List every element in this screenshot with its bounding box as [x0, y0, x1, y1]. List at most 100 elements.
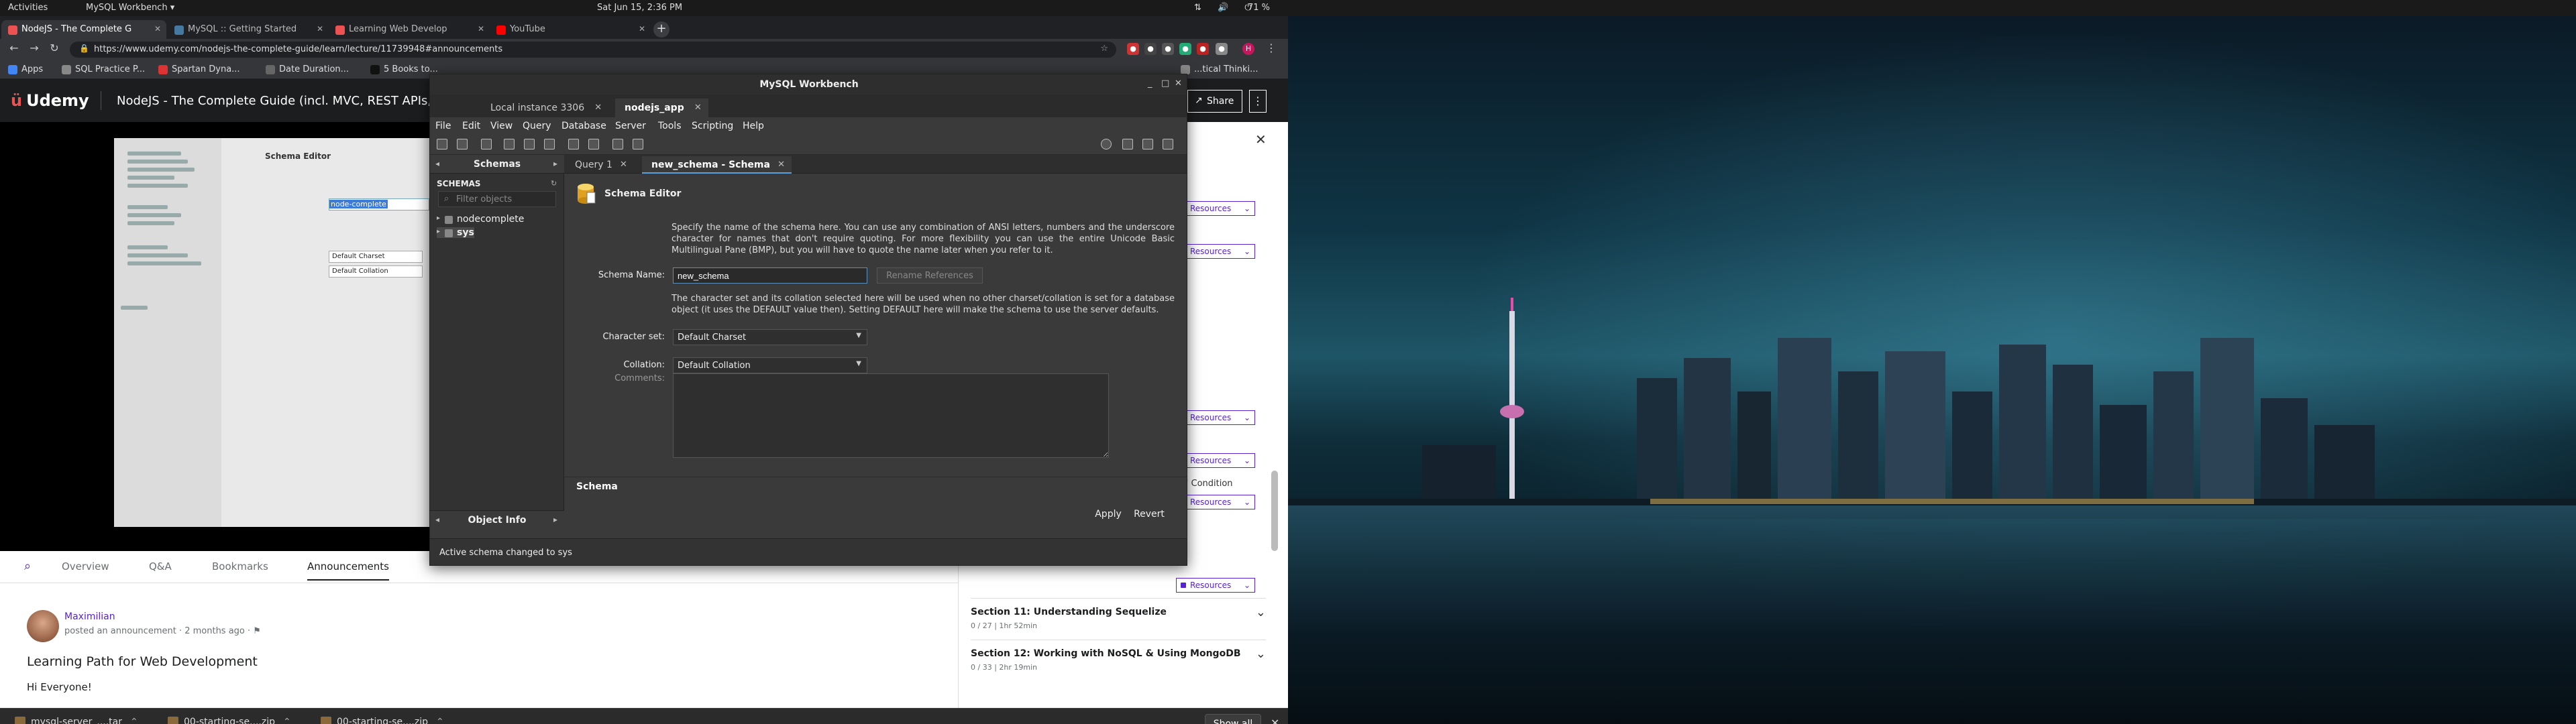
- connection-tab-nodejs-app[interactable]: nodejs_app ✕: [615, 99, 708, 117]
- tab-close-icon[interactable]: ✕: [154, 24, 161, 34]
- resources-button[interactable]: Resources ⌄: [1176, 453, 1255, 468]
- extension-icon[interactable]: ●: [1179, 43, 1191, 55]
- avatar[interactable]: [27, 610, 59, 642]
- chevron-down-icon[interactable]: ⌄: [1256, 605, 1266, 619]
- menu-server[interactable]: Server: [615, 121, 646, 131]
- tab-announcements[interactable]: Announcements: [307, 560, 389, 581]
- search-table-data-icon[interactable]: [612, 139, 623, 149]
- object-info-header[interactable]: ◂ Object Info ▸: [430, 510, 564, 530]
- menu-database[interactable]: Database: [561, 121, 606, 131]
- rename-references-button[interactable]: Rename References: [877, 267, 983, 284]
- udemy-logo[interactable]: ü Udemy: [11, 91, 89, 110]
- refresh-icon[interactable]: ↻: [551, 179, 557, 188]
- toggle-output-icon[interactable]: [1142, 139, 1153, 149]
- collation-select[interactable]: Default Collation ▼: [673, 357, 867, 373]
- chevron-left-icon[interactable]: ◂: [435, 515, 439, 524]
- resources-button[interactable]: Resources ⌄: [1176, 578, 1255, 593]
- resources-button[interactable]: Resources ⌄: [1176, 495, 1255, 509]
- chevron-down-icon[interactable]: ⌄: [1256, 647, 1266, 661]
- browser-tab-udemy[interactable]: NodeJS - The Complete G ✕: [1, 20, 166, 39]
- chevron-right-icon[interactable]: ▸: [553, 159, 557, 168]
- tab-close-icon[interactable]: ✕: [694, 103, 702, 113]
- section-item[interactable]: Section 12: Working with NoSQL & Using M…: [971, 640, 1266, 681]
- resources-button[interactable]: Resources ⌄: [1176, 410, 1255, 425]
- reconnect-icon[interactable]: [633, 139, 643, 149]
- download-item[interactable]: 00-starting-se....zip ⌃: [168, 717, 291, 724]
- close-icon[interactable]: ✕: [1271, 717, 1279, 724]
- reload-icon[interactable]: ↻: [47, 42, 62, 56]
- menu-edit[interactable]: Edit: [462, 121, 480, 131]
- menu-view[interactable]: View: [490, 121, 513, 131]
- section-item[interactable]: Section 11: Understanding Sequelize 0 / …: [971, 598, 1266, 640]
- create-table-icon[interactable]: [524, 139, 535, 149]
- profile-avatar[interactable]: H: [1242, 43, 1254, 55]
- extension-icon[interactable]: ●: [1144, 43, 1157, 55]
- toggle-secondary-sidebar-icon[interactable]: [1163, 139, 1173, 149]
- browser-tab-learning[interactable]: Learning Web Develop ✕: [329, 20, 490, 39]
- show-all-downloads-button[interactable]: Show all: [1205, 714, 1261, 724]
- menu-query[interactable]: Query: [523, 121, 551, 131]
- back-arrow-icon[interactable]: ←: [7, 42, 21, 56]
- bookmark-item[interactable]: Apps: [8, 64, 43, 74]
- extension-icon[interactable]: ●: [1216, 43, 1228, 55]
- tab-schema[interactable]: Schema: [571, 480, 623, 493]
- chevron-up-icon[interactable]: ⌃: [436, 717, 444, 724]
- tab-overview[interactable]: Overview: [62, 560, 109, 572]
- tab-close-icon[interactable]: ✕: [777, 160, 785, 170]
- share-button[interactable]: ↗ Share: [1187, 90, 1242, 113]
- close-icon[interactable]: ✕: [1175, 78, 1182, 88]
- schema-item-nodecomplete[interactable]: ▸ nodecomplete: [437, 214, 524, 225]
- clock[interactable]: Sat Jun 15, 2:36 PM: [597, 3, 682, 13]
- bookmark-item[interactable]: Spartan Dyna...: [158, 64, 240, 74]
- address-bar[interactable]: 🔒 https://www.udemy.com/nodejs-the-compl…: [70, 42, 1116, 58]
- app-menu[interactable]: MySQL Workbench ▾: [86, 3, 174, 13]
- download-item[interactable]: mysql-server_....tar ⌃: [15, 717, 138, 724]
- inspector-icon[interactable]: [481, 139, 492, 149]
- panel-scrollbar[interactable]: [1271, 471, 1278, 551]
- menu-tools[interactable]: Tools: [658, 121, 682, 131]
- settings-gear-icon[interactable]: [1101, 139, 1112, 149]
- download-item[interactable]: 00-starting-se....zip ⌃: [321, 717, 444, 724]
- browser-menu-icon[interactable]: ⋮: [1264, 42, 1279, 56]
- comments-textarea[interactable]: [673, 373, 1109, 458]
- toggle-sidebar-icon[interactable]: [1122, 139, 1133, 149]
- tab-close-icon[interactable]: ✕: [620, 160, 627, 170]
- announcement-author[interactable]: Maximilian: [64, 611, 115, 622]
- schema-name-input[interactable]: [673, 267, 867, 284]
- workbench-titlebar[interactable]: MySQL Workbench _ □ ✕: [430, 74, 1187, 95]
- search-icon[interactable]: ⌕: [24, 559, 31, 573]
- browser-tab-youtube[interactable]: YouTube ✕: [490, 20, 651, 39]
- create-schema-icon[interactable]: [504, 139, 515, 149]
- chevron-right-icon[interactable]: ▸: [553, 515, 557, 524]
- battery-indicator[interactable]: 71 %: [1248, 3, 1270, 13]
- tab-bookmarks[interactable]: Bookmarks: [212, 560, 268, 572]
- menu-scripting[interactable]: Scripting: [692, 121, 733, 131]
- bookmark-item[interactable]: SQL Practice P...: [62, 64, 145, 74]
- activities-button[interactable]: Activities: [8, 3, 48, 13]
- revert-button[interactable]: Revert: [1130, 506, 1168, 524]
- bookmark-item[interactable]: Date Duration...: [266, 64, 349, 74]
- sidebar-header[interactable]: ◂ Schemas ▸: [430, 155, 564, 174]
- create-procedure-icon[interactable]: [568, 139, 579, 149]
- tab-new-schema[interactable]: new_schema - Schema ✕: [642, 156, 792, 174]
- bookmark-item[interactable]: ...tical Thinki...: [1181, 64, 1258, 74]
- connection-tab-local-instance[interactable]: Local instance 3306 ✕: [481, 99, 608, 117]
- tab-close-icon[interactable]: ✕: [639, 24, 645, 34]
- close-icon[interactable]: ✕: [1255, 131, 1267, 147]
- filter-objects-input[interactable]: ⌕ Filter objects: [438, 191, 556, 207]
- schema-item-sys[interactable]: ▸ sys: [437, 227, 474, 238]
- charset-select[interactable]: Default Charset ▼: [673, 329, 867, 345]
- create-function-icon[interactable]: [588, 139, 599, 149]
- tab-close-icon[interactable]: ✕: [594, 103, 602, 113]
- new-tab-button[interactable]: +: [653, 21, 669, 38]
- open-sql-script-icon[interactable]: [457, 139, 468, 149]
- minimize-icon[interactable]: _: [1148, 78, 1152, 88]
- extension-icon[interactable]: ●: [1127, 43, 1139, 55]
- expand-arrow-icon[interactable]: ▸: [437, 215, 440, 222]
- chevron-left-icon[interactable]: ◂: [435, 159, 439, 168]
- resources-button[interactable]: Resources ⌄: [1176, 201, 1255, 216]
- maximize-icon[interactable]: □: [1161, 78, 1169, 88]
- menu-file[interactable]: File: [435, 121, 451, 131]
- flag-icon[interactable]: ⚑: [253, 626, 261, 636]
- chevron-up-icon[interactable]: ⌃: [130, 717, 138, 724]
